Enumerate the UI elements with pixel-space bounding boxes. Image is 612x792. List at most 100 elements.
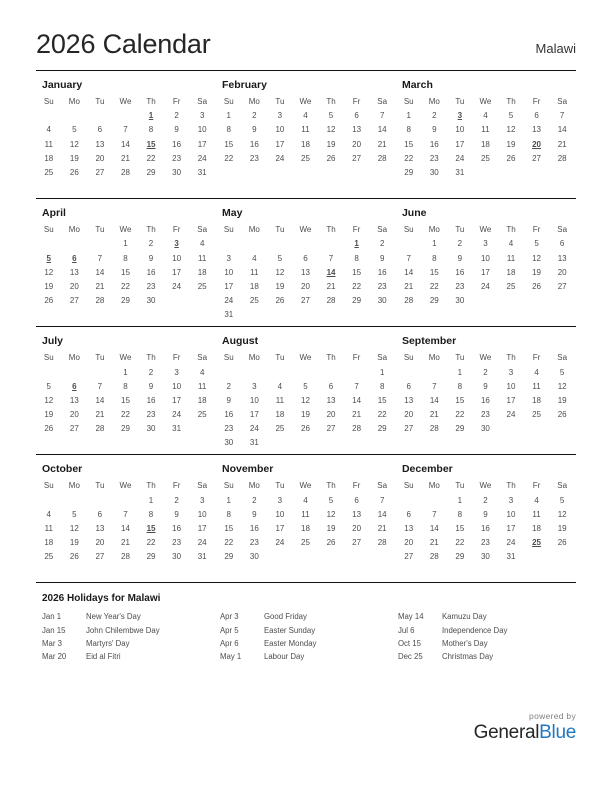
- day-cell: 9: [432, 125, 437, 135]
- weekday-header-row: Su Mo Tu We Th Fr Sa: [36, 95, 215, 109]
- day-cell: 3: [277, 495, 283, 505]
- day-cell: 21: [352, 410, 362, 420]
- weekday-header-we: We: [299, 352, 312, 362]
- day-cell: 29: [352, 296, 362, 306]
- holiday-date: May 14: [397, 612, 424, 622]
- week-row: [36, 180, 215, 194]
- day-cell: 9: [457, 253, 463, 263]
- day-cell: 7: [379, 111, 385, 121]
- week-row: [396, 564, 575, 578]
- day-cell: 6: [328, 381, 334, 391]
- day-cell: 8: [432, 253, 437, 263]
- day-cell: 23: [480, 410, 490, 420]
- day-cell: 24: [172, 410, 182, 420]
- day-cell-empty: [318, 237, 344, 251]
- day-cell-empty: [369, 165, 395, 179]
- day-cell: 17: [249, 410, 259, 420]
- weekday-header-row: Su Mo Tu We Th Fr Sa: [396, 95, 575, 109]
- week-row: 8 9 10 11 12 13 14: [396, 123, 575, 137]
- week-row: [36, 308, 215, 322]
- day-cell: 16: [429, 139, 439, 149]
- day-cell: 28: [429, 424, 439, 434]
- day-cell: 22: [377, 410, 387, 420]
- weekday-header-we: We: [119, 352, 132, 362]
- day-cell: 23: [224, 424, 234, 434]
- day-cell-empty: [293, 237, 319, 251]
- day-cell: 14: [404, 267, 414, 277]
- day-cell: 20: [404, 538, 414, 548]
- day-cell: 31: [506, 552, 516, 562]
- holiday-date: Jul 6: [397, 625, 415, 635]
- day-cell: 19: [44, 281, 54, 291]
- week-row: 18 19 20 21 22 23 24: [36, 536, 215, 550]
- months-grid: January Su Mo Tu We Th Fr Sa 1 2 3 4 5 6 7 8 9 10 11 12 13 1…: [36, 71, 576, 583]
- day-cell: 10: [249, 395, 259, 405]
- day-cell: 21: [121, 538, 130, 548]
- day-cell: 18: [506, 267, 516, 277]
- week-row: 25 26 27 28 29 30 31: [36, 165, 215, 179]
- day-cell-empty: [369, 180, 395, 194]
- day-cell: 24: [172, 281, 182, 291]
- day-cell: 26: [506, 153, 516, 163]
- day-cell: 26: [532, 281, 542, 291]
- day-cell: 5: [559, 367, 565, 377]
- day-cell: 4: [508, 239, 514, 249]
- generalblue-logo[interactable]: GeneralBlue: [474, 722, 577, 744]
- weekday-header-su: Su: [223, 224, 234, 234]
- day-cell-empty: [267, 308, 293, 322]
- day-cell-holiday: 1: [148, 111, 154, 121]
- day-cell: 27: [404, 552, 414, 562]
- holiday-legend-item: Mar 3 Martyrs' Day: [42, 637, 220, 650]
- day-cell: 13: [352, 509, 362, 519]
- day-cell: 4: [483, 111, 488, 121]
- week-row: 5 6 7 8 9 10 11: [36, 379, 215, 393]
- day-cell: 23: [249, 538, 259, 548]
- day-cell: 12: [301, 395, 310, 405]
- day-cell: 28: [377, 153, 387, 163]
- day-cell: 13: [69, 267, 79, 277]
- day-cell: 13: [301, 267, 310, 277]
- day-cell: 26: [69, 552, 79, 562]
- day-cell: 12: [69, 524, 79, 534]
- day-cell: 22: [352, 281, 362, 291]
- day-cell: 12: [44, 395, 54, 405]
- month-table: Su Mo Tu We Th Fr Sa 1 2 3 4 5 6 7 8 9 10 11 12 13 14 15 16 17…: [36, 223, 215, 322]
- day-cell: 18: [301, 139, 310, 149]
- day-cell: 25: [249, 296, 259, 306]
- day-cell: 8: [226, 509, 231, 519]
- day-cell: 3: [226, 253, 231, 263]
- day-cell: 2: [252, 111, 257, 121]
- country-label: Malawi: [535, 40, 576, 56]
- day-cell-empty: [396, 237, 422, 251]
- day-cell: 29: [377, 424, 387, 434]
- day-cell: 21: [377, 524, 387, 534]
- day-cell-empty: [113, 308, 139, 322]
- day-cell: 22: [146, 538, 156, 548]
- day-cell: 19: [69, 153, 79, 163]
- day-cell: 10: [506, 509, 516, 519]
- day-cell: 20: [352, 524, 362, 534]
- day-cell: 13: [557, 253, 567, 263]
- day-cell: 15: [121, 395, 130, 405]
- day-cell: 25: [44, 552, 54, 562]
- day-cell: 29: [455, 424, 465, 434]
- day-cell-empty: [267, 550, 293, 564]
- day-cell: 19: [532, 267, 542, 277]
- day-cell-empty: [447, 564, 473, 578]
- week-row: 13 14 15 16 17 18 19: [396, 393, 575, 407]
- day-cell: 17: [197, 524, 207, 534]
- month-block-march: March Su Mo Tu We Th Fr Sa 1 2 3 4 5 6 7 8 9 10 11 12 13 14 15…: [396, 77, 576, 194]
- day-cell: 27: [352, 538, 362, 548]
- day-cell-empty: [267, 564, 293, 578]
- day-cell-empty: [498, 436, 524, 450]
- day-cell: 26: [301, 424, 310, 434]
- day-cell: 27: [301, 296, 310, 306]
- day-cell-empty: [524, 308, 550, 322]
- holiday-legend-item: May 14 Kamuzu Day: [398, 610, 576, 623]
- day-cell-empty: [498, 564, 524, 578]
- day-cell: 5: [559, 495, 565, 505]
- day-cell-empty: [216, 365, 242, 379]
- day-cell-empty: [87, 564, 113, 578]
- day-cell: 9: [148, 381, 154, 391]
- day-cell: 9: [148, 253, 154, 263]
